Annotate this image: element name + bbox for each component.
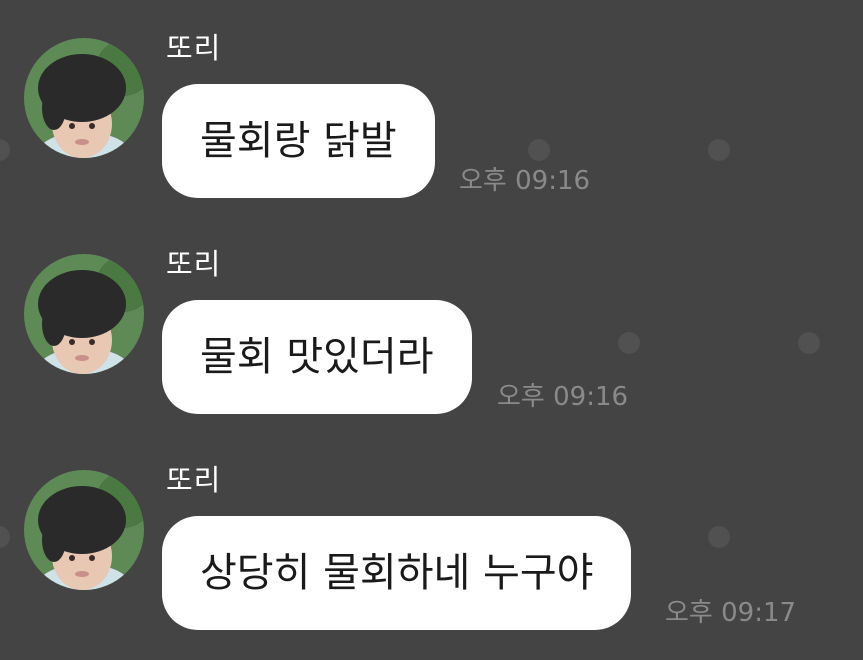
message-time: 오후 09:17 xyxy=(665,598,797,628)
message-time: 오후 09:16 xyxy=(497,382,629,412)
message-bubble[interactable]: 물회 맛있더라 xyxy=(162,300,472,414)
chat-message: 또리 물회랑 닭발 오후 09:16 xyxy=(0,0,863,200)
avatar[interactable] xyxy=(24,470,144,590)
sender-name: 또리 xyxy=(166,247,222,281)
message-bubble[interactable]: 상당히 물회하네 누구야 xyxy=(162,516,632,630)
message-bubble[interactable]: 물회랑 닭발 xyxy=(162,84,435,198)
avatar[interactable] xyxy=(24,254,144,374)
avatar[interactable] xyxy=(24,38,144,158)
chat-message: 또리 물회 맛있더라 오후 09:16 xyxy=(0,216,863,416)
chat-message: 또리 상당히 물회하네 누구야 오후 09:17 xyxy=(0,432,863,632)
sender-name: 또리 xyxy=(166,31,222,65)
message-time: 오후 09:16 xyxy=(459,166,591,196)
sender-name: 또리 xyxy=(166,463,222,497)
